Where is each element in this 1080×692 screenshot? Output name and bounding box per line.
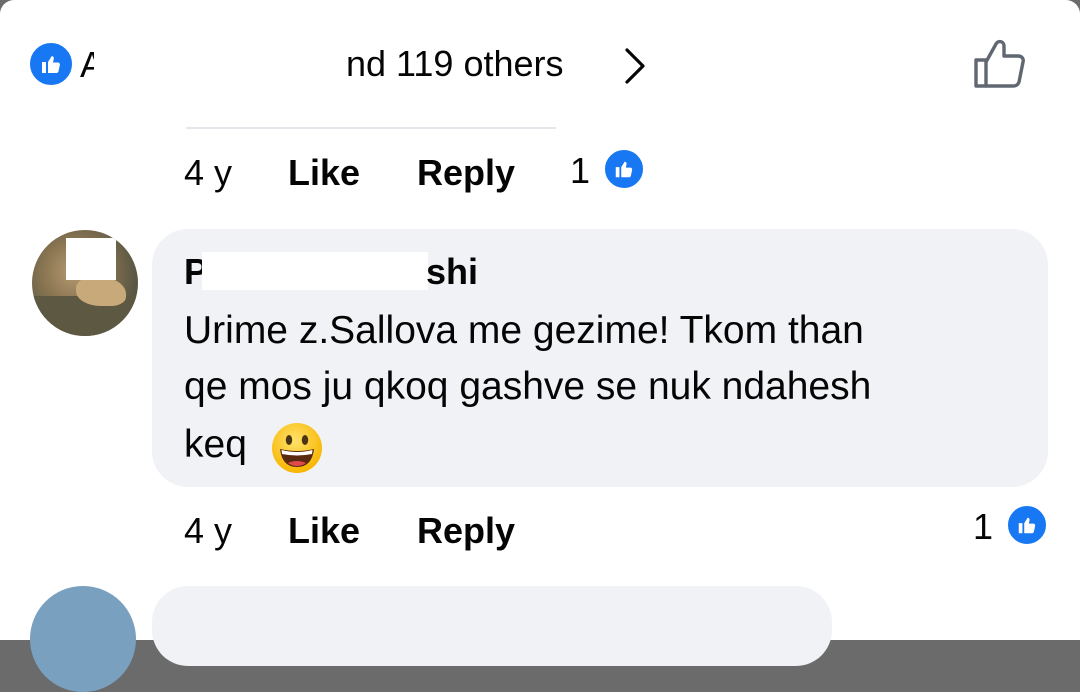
like-reaction-icon[interactable]: [28, 41, 74, 87]
chevron-right-icon[interactable]: [620, 44, 650, 93]
reaction-count[interactable]: 1: [570, 146, 590, 196]
comment-author-suffix[interactable]: shi: [426, 250, 478, 294]
grinning-face-emoji-icon: [270, 421, 324, 480]
avatar-redaction: [66, 238, 116, 280]
comment-time: 4 y: [184, 510, 233, 551]
author-redaction: [202, 252, 428, 290]
avatar-photo-detail: [76, 276, 126, 306]
comment-actions-row: 4 y Like Reply: [184, 506, 684, 556]
like-button[interactable]: Like: [288, 506, 360, 556]
comment-bubble[interactable]: [152, 586, 832, 666]
divider: [186, 127, 556, 129]
like-reaction-icon[interactable]: [603, 148, 645, 190]
avatar[interactable]: [30, 586, 136, 692]
thumbs-up-outline-icon[interactable]: [970, 36, 1030, 97]
comment-text-line: keq: [184, 423, 247, 466]
comment-time: 4 y: [184, 152, 233, 193]
comment-text-line: Urime z.Sallova me gezime! Tkom than: [184, 309, 864, 352]
comments-sheet: A nd 119 others 4 y Like Reply 1 P shi U…: [0, 0, 1080, 692]
like-button[interactable]: Like: [288, 148, 360, 198]
reaction-count[interactable]: 1: [973, 502, 993, 552]
avatar[interactable]: [32, 230, 138, 336]
reply-button[interactable]: Reply: [417, 148, 515, 198]
likes-summary-text[interactable]: nd 119 others: [346, 42, 616, 86]
comment-text-line: qe mos ju qkoq gashve se nuk ndahesh: [184, 365, 872, 408]
like-reaction-icon[interactable]: [1006, 504, 1048, 546]
header-partial-name: A: [80, 48, 94, 82]
reply-button[interactable]: Reply: [417, 506, 515, 556]
